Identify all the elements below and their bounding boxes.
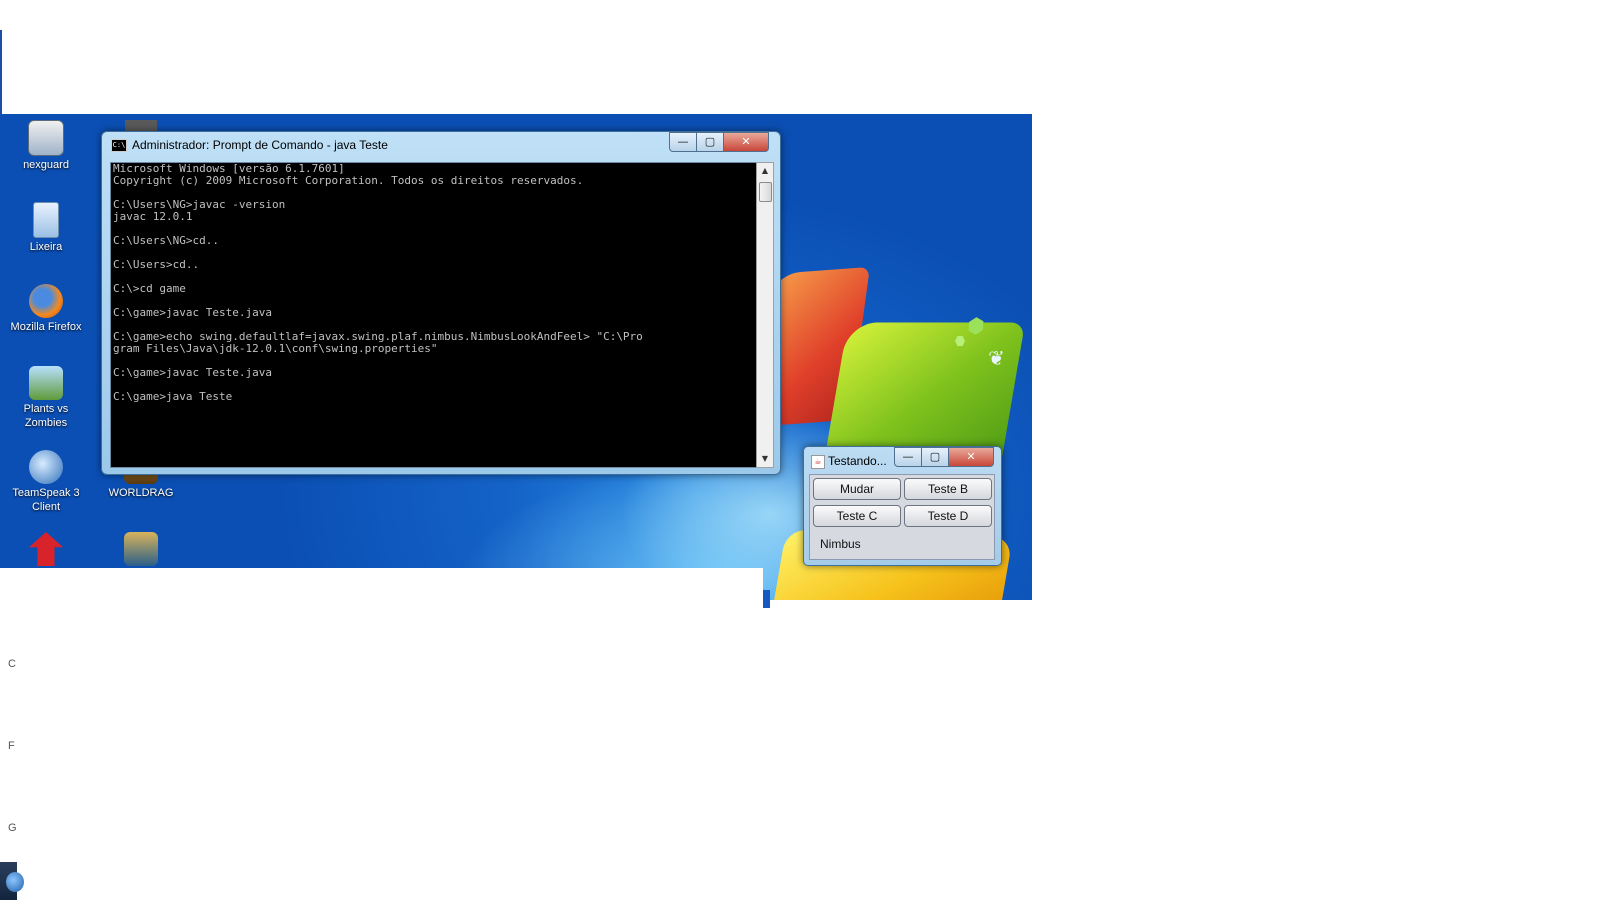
taskbar-start-corner[interactable] [0, 862, 24, 900]
left-edge-strip: C F G [0, 568, 17, 900]
teste-d-button[interactable]: Teste D [904, 505, 992, 527]
minimize-button[interactable]: — [894, 447, 922, 467]
java-cup-icon: ☕ [811, 455, 825, 469]
command-prompt-window[interactable]: C:\ Administrador: Prompt de Comando - j… [101, 131, 781, 475]
teste-b-button[interactable]: Teste B [904, 478, 992, 500]
mudar-button[interactable]: Mudar [813, 478, 901, 500]
plants-vs-zombies-icon [29, 366, 63, 400]
window-edge-line [0, 30, 2, 116]
cmd-titlebar[interactable]: C:\ Administrador: Prompt de Comando - j… [102, 132, 780, 158]
maximize-button[interactable]: ▢ [696, 132, 724, 152]
desktop-icon-label: TeamSpeak 3 Client [12, 487, 80, 513]
desktop-icon-label: Mozilla Firefox [10, 321, 82, 333]
game-shortcut-icon [124, 532, 158, 566]
butterfly-icon: ❦ [988, 346, 1005, 370]
truncated-icon-label: C [8, 658, 16, 670]
teste-c-button[interactable]: Teste C [813, 505, 901, 527]
desktop-icon-firefox[interactable]: Mozilla Firefox [7, 284, 85, 334]
minimize-button[interactable]: — [669, 132, 697, 152]
desktop-icon-label: nexguard [23, 159, 69, 171]
look-and-feel-label: Nimbus [820, 537, 861, 551]
desktop-icon-label: Plants vs Zombies [23, 403, 69, 429]
cmd-app-icon: C:\ [111, 139, 127, 152]
close-button[interactable]: ✕ [723, 132, 769, 152]
maximize-button[interactable]: ▢ [921, 447, 949, 467]
java-swing-window[interactable]: ☕ Testando... — ▢ ✕ Mudar Teste B Teste … [803, 446, 1002, 566]
scroll-down-arrow-icon[interactable]: ▼ [757, 451, 773, 467]
truncated-icon-label: F [8, 740, 15, 752]
desktop-icon-plants-vs-zombies[interactable]: Plants vs Zombies [7, 366, 85, 430]
scrollbar-thumb[interactable] [759, 182, 772, 202]
truncated-icon-label: G [8, 822, 17, 834]
desktop-icon-lixeira[interactable]: Lixeira [7, 202, 85, 254]
desktop-icon-label: WORLDRAG [108, 487, 174, 499]
firefox-icon [29, 284, 63, 318]
recycle-bin-icon [33, 202, 59, 238]
cmd-window-title: Administrador: Prompt de Comando - java … [132, 138, 388, 152]
desktop-icon-league-shortcut[interactable] [102, 532, 180, 568]
scroll-up-arrow-icon[interactable]: ▲ [757, 163, 773, 179]
desktop-icon-teamspeak[interactable]: TeamSpeak 3 Client [7, 450, 85, 514]
desktop-icon-shortcut[interactable] [7, 532, 85, 568]
blank-region [17, 568, 763, 900]
cmd-vertical-scrollbar[interactable]: ▲ ▼ [756, 162, 774, 468]
arrow-up-icon [29, 532, 63, 566]
teamspeak-icon [29, 450, 63, 484]
start-orb-icon[interactable] [6, 872, 24, 892]
java-window-title: Testando... [828, 454, 887, 468]
desktop-icon-nexguard[interactable]: nexguard [7, 120, 85, 172]
close-button[interactable]: ✕ [948, 447, 994, 467]
lock-icon [28, 120, 64, 156]
desktop-edge-strip [763, 590, 770, 608]
java-content-panel: Mudar Teste B Teste C Teste D Nimbus [809, 474, 995, 560]
cmd-console-text: Microsoft Windows [versão 6.1.7601] Copy… [113, 162, 643, 403]
cmd-console-area[interactable]: Microsoft Windows [versão 6.1.7601] Copy… [110, 162, 757, 468]
desktop-icon-label: Lixeira [29, 241, 63, 253]
